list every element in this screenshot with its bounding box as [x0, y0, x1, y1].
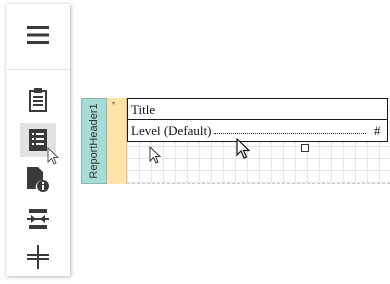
- report-header-band-strip[interactable]: ReportHeader1: [81, 98, 107, 184]
- drag-pointer-icon: [236, 138, 250, 159]
- level-text: Level (Default): [131, 123, 212, 138]
- title-text: Title: [131, 102, 156, 117]
- title-label[interactable]: Title: [127, 98, 388, 120]
- menu-button[interactable]: [20, 18, 56, 52]
- document-info-icon: [27, 167, 49, 192]
- table-of-contents-level[interactable]: Level (Default) #: [127, 120, 388, 142]
- insert-band-button[interactable]: [20, 202, 56, 236]
- ruler-tick: ▾: [112, 101, 116, 107]
- clipboard-icon: [29, 88, 47, 112]
- toolbar-divider: [6, 69, 70, 70]
- report-info-button[interactable]: [20, 163, 56, 197]
- leader-dots: [214, 133, 366, 134]
- report-designer-stage: ReportHeader1 ▾ Title Level (Default) #: [0, 0, 390, 284]
- insert-band-icon: [27, 209, 49, 229]
- page-number-placeholder: #: [374, 123, 381, 138]
- mouse-pointer-icon: [47, 147, 59, 165]
- hamburger-menu-icon: [27, 26, 49, 44]
- vertical-separator-icon: [27, 245, 49, 269]
- drop-pointer-icon: [149, 146, 161, 164]
- paste-button[interactable]: [20, 83, 56, 117]
- vertical-line-button[interactable]: [20, 240, 56, 274]
- resize-handle[interactable]: [301, 144, 309, 152]
- document-list-icon: [29, 129, 47, 151]
- report-designer-surface: ReportHeader1 ▾ Title Level (Default) #: [81, 98, 390, 184]
- band-ruler-strip[interactable]: ▾: [107, 98, 127, 184]
- band-label: ReportHeader1: [88, 103, 100, 179]
- toolbox-panel: [6, 4, 70, 276]
- band-canvas[interactable]: Title Level (Default) #: [127, 98, 390, 184]
